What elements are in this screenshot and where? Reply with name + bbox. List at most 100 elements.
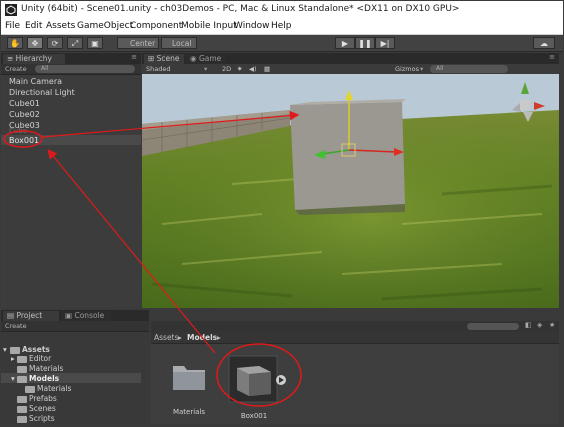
folder-icon [173, 366, 205, 390]
breadcrumb-assets[interactable]: Assets [154, 332, 178, 343]
game-tab-icon: ◉ [190, 54, 199, 63]
gizmos-dropdown-arrow-icon: ▾ [420, 65, 424, 73]
menu-window[interactable]: Window [234, 21, 270, 31]
gizmos-dropdown[interactable]: Gizmos [395, 64, 419, 74]
project-asset-grid: Assets ▸ Models ▸ Materials Box001 [151, 332, 559, 424]
tree-item-editor[interactable]: Editor [29, 354, 51, 363]
rect-tool-button[interactable]: ▣ [87, 37, 103, 49]
cloud-button[interactable]: ☁ [533, 37, 555, 49]
project-create-dropdown[interactable]: Create [5, 321, 27, 331]
hand-tool-button[interactable]: ✋ [7, 37, 23, 49]
project-search-input[interactable] [467, 323, 519, 330]
hierarchy-item-cube[interactable]: Cube [9, 127, 27, 135]
scene-toolbar: Shaded ▾ 2D ✷ ◀) ▦ Gizmos ▾ All [142, 64, 559, 74]
scene-tabbar: ⊞ Scene ◉ Game ≡ [142, 53, 559, 64]
hierarchy-search-input[interactable]: All [35, 65, 135, 73]
scene-render [142, 74, 559, 308]
menu-help[interactable]: Help [271, 21, 292, 31]
hierarchy-search-placeholder: All [41, 65, 49, 72]
asset-box001[interactable]: Box001 [227, 354, 287, 420]
pause-icon: ❚❚ [358, 39, 372, 48]
asset-label-materials: Materials [172, 408, 206, 416]
folder-icon [17, 356, 27, 363]
favorite-icon[interactable]: ★ [549, 321, 555, 329]
hierarchy-item-box001[interactable]: Box001 [9, 136, 39, 145]
space-local-button[interactable]: Local [161, 37, 197, 49]
pause-button[interactable]: ❚❚ [355, 37, 375, 49]
tree-item-prefabs[interactable]: Prefabs [29, 394, 57, 403]
filter-type-icon[interactable]: ◧ [525, 321, 532, 329]
effects-toggle-icon[interactable]: ▦ [264, 64, 270, 74]
pivot-center-button[interactable]: Center [117, 37, 159, 49]
menu-assets[interactable]: Assets [46, 21, 75, 31]
folder-icon [17, 406, 27, 413]
scale-icon: ⤢ [71, 39, 79, 48]
lighting-toggle-icon[interactable]: ✷ [237, 64, 242, 74]
step-button[interactable]: ▶| [375, 37, 395, 49]
hierarchy-item-directional-light[interactable]: Directional Light [9, 88, 75, 97]
hierarchy-tab-icon: ≡ [7, 54, 16, 63]
menu-file[interactable]: File [5, 21, 20, 31]
tree-expand-models-icon[interactable]: ▾ [11, 374, 15, 383]
breadcrumb-separator-icon: ▸ [217, 333, 221, 342]
tree-item-assets[interactable]: Assets [22, 345, 50, 354]
folder-icon [17, 416, 27, 423]
hierarchy-item-cube01[interactable]: Cube01 [9, 99, 40, 108]
hierarchy-subbar: Create All [1, 64, 141, 75]
tab-game[interactable]: ◉ Game [186, 54, 226, 64]
scale-tool-button[interactable]: ⤢ [67, 37, 83, 49]
tab-hierarchy[interactable]: ≡ Hierarchy [3, 54, 65, 64]
game-tab-label: Game [198, 54, 222, 63]
unity-window: Unity (64bit) - Scene01.unity - ch03Demo… [0, 0, 564, 427]
audio-toggle-icon[interactable]: ◀) [249, 64, 257, 74]
hierarchy-panel: ≡ Hierarchy ≡ Create All Main Camera Dir… [1, 53, 141, 308]
panel-menu-icon[interactable]: ≡ [131, 53, 137, 61]
menu-gameobject[interactable]: GameObject [77, 21, 133, 31]
cloud-icon: ☁ [540, 39, 548, 48]
shading-mode-dropdown[interactable]: Shaded [146, 64, 170, 74]
folder-icon [10, 347, 20, 354]
tree-item-models-materials[interactable]: Materials [37, 384, 71, 393]
breadcrumb-models[interactable]: Models [187, 332, 217, 343]
scene-search-placeholder: All [436, 65, 444, 72]
menu-component[interactable]: Component [130, 21, 182, 31]
move-icon: ✥ [31, 39, 39, 48]
mode-2d-toggle[interactable]: 2D [222, 64, 231, 74]
tree-expand-editor-icon[interactable]: ▸ [11, 354, 15, 363]
tree-expand-assets-icon[interactable]: ▾ [3, 345, 7, 354]
project-search-bar: ◧ ◈ ★ [151, 321, 559, 332]
menu-edit[interactable]: Edit [25, 21, 42, 31]
menu-mobile-input[interactable]: Mobile Input [181, 21, 237, 31]
window-title: Unity (64bit) - Scene01.unity - ch03Demo… [21, 4, 460, 14]
unity-logo-icon [5, 4, 17, 16]
move-tool-button[interactable]: ✥ [27, 37, 43, 49]
filter-label-icon[interactable]: ◈ [537, 321, 542, 329]
tab-scene[interactable]: ⊞ Scene [144, 54, 184, 64]
folder-icon [17, 396, 27, 403]
model-icon [228, 355, 286, 403]
menu-bar: File Edit Assets GameObject Component Mo… [1, 20, 563, 35]
tree-item-scenes[interactable]: Scenes [29, 404, 56, 413]
folder-icon [25, 386, 35, 393]
asset-materials[interactable]: Materials [169, 360, 209, 416]
tree-item-materials[interactable]: Materials [29, 364, 63, 373]
project-subbar: Create [1, 321, 149, 332]
tab-console[interactable]: ▣ Console [61, 311, 111, 321]
asset-label-box001: Box001 [240, 412, 268, 420]
space-label: Local [172, 39, 192, 48]
hierarchy-item-main-camera[interactable]: Main Camera [9, 77, 62, 86]
hierarchy-create-dropdown[interactable]: Create [5, 64, 27, 74]
pivot-label: Center [130, 39, 156, 48]
scene-viewport[interactable] [142, 74, 559, 308]
tab-project[interactable]: ▤ Project [3, 311, 59, 321]
project-tab-label: Project [16, 311, 43, 320]
scene-panel-menu-icon[interactable]: ≡ [549, 53, 555, 61]
rotate-tool-button[interactable]: ⟳ [47, 37, 63, 49]
hierarchy-tabbar: ≡ Hierarchy ≡ [1, 53, 141, 64]
scene-search-input[interactable]: All [430, 65, 508, 73]
hierarchy-item-cube02[interactable]: Cube02 [9, 110, 40, 119]
tree-item-models[interactable]: Models [29, 374, 59, 383]
tree-item-scripts[interactable]: Scripts [29, 414, 55, 423]
scene-tab-icon: ⊞ [148, 54, 157, 63]
play-button[interactable]: ▶ [335, 37, 355, 49]
